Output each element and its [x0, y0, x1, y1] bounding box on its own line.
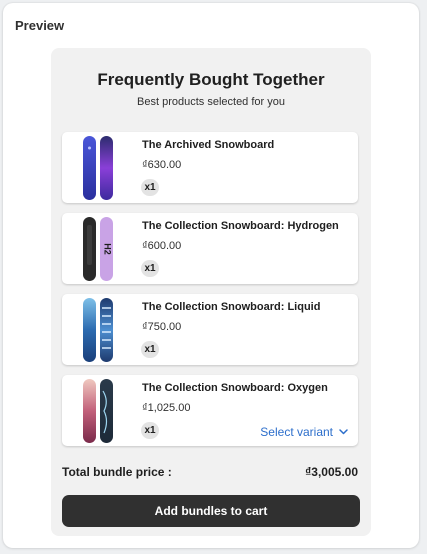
bundle-widget: Frequently Bought Together Best products… [51, 48, 371, 536]
svg-text:H2: H2 [103, 243, 113, 255]
preview-title: Preview [15, 18, 65, 33]
quantity-badge: x1 [141, 422, 159, 439]
product-item[interactable]: The Archived Snowboard ₫630.00 x1 [62, 132, 358, 203]
product-name: The Collection Snowboard: Liquid [142, 301, 321, 313]
product-price: ₫1,025.00 [142, 402, 191, 414]
preview-card: Preview Frequently Bought Together Best … [3, 3, 419, 548]
total-bundle-label: Total bundle price : [62, 465, 172, 479]
product-name: The Collection Snowboard: Hydrogen [142, 220, 339, 232]
product-name: The Collection Snowboard: Oxygen [142, 382, 328, 394]
add-bundles-to-cart-button[interactable]: Add bundles to cart [62, 495, 360, 527]
product-item[interactable]: The Collection Snowboard: Liquid ₫750.00… [62, 294, 358, 365]
snowboard-archived-icon [83, 136, 113, 200]
select-variant-label: Select variant [260, 425, 333, 439]
quantity-badge: x1 [141, 179, 159, 196]
quantity-badge: x1 [141, 260, 159, 277]
select-variant-dropdown[interactable]: Select variant [260, 425, 348, 439]
widget-heading: Frequently Bought Together [97, 70, 325, 89]
quantity-badge: x1 [141, 341, 159, 358]
snowboard-oxygen-icon [83, 379, 113, 443]
product-price: ₫600.00 [142, 240, 182, 252]
chevron-down-icon [339, 429, 348, 435]
snowboard-liquid-icon [83, 298, 113, 362]
widget-subheading: Best products selected for you [137, 96, 285, 108]
product-item[interactable]: The Collection Snowboard: Oxygen ₫1,025.… [62, 375, 358, 446]
product-item[interactable]: H2 The Collection Snowboard: Hydrogen ₫6… [62, 213, 358, 284]
snowboard-hydrogen-icon: H2 [83, 217, 113, 281]
total-bundle-price: ₫3,005.00 [305, 465, 358, 479]
product-name: The Archived Snowboard [142, 139, 275, 151]
product-price: ₫750.00 [142, 321, 182, 333]
product-price: ₫630.00 [142, 159, 182, 171]
